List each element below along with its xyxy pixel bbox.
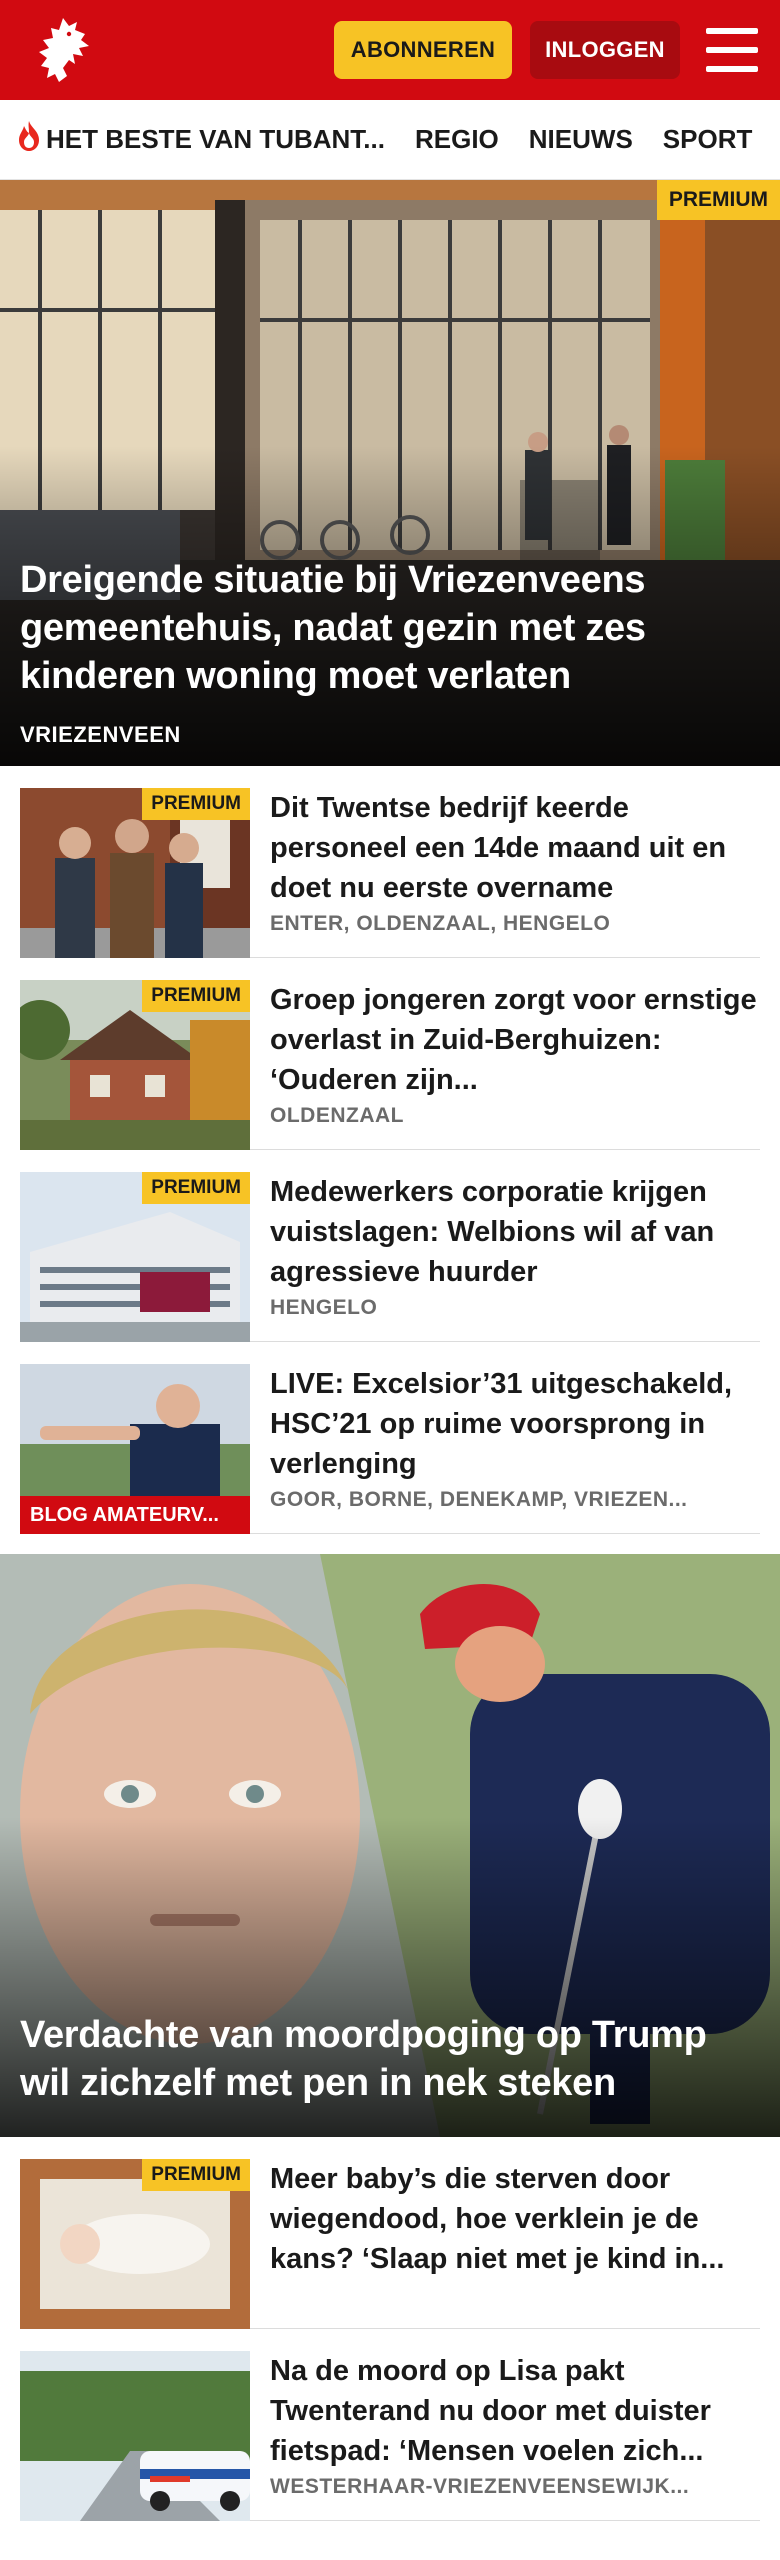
article-list: PREMIUM Dit Twentse bedrijf keerde perso…: [0, 766, 780, 1534]
article-thumbnail: PREMIUM: [20, 980, 250, 1150]
premium-badge: PREMIUM: [142, 1172, 250, 1204]
article-location-tag: OLDENZAAL: [270, 1104, 404, 1127]
premium-badge: PREMIUM: [142, 980, 250, 1012]
featured-title[interactable]: Verdachte van moordpoging op Trump wil z…: [20, 2011, 756, 2107]
hero-title[interactable]: Dreigende situatie bij Vriezenveens geme…: [20, 556, 756, 700]
list-item[interactable]: BLOG AMATEURV... LIVE: Excelsior’31 uitg…: [20, 1342, 760, 1534]
blog-badge: BLOG AMATEURV...: [20, 1496, 250, 1534]
article-title[interactable]: Meer baby’s die sterven door wiegendood,…: [270, 2159, 760, 2279]
article-thumbnail: PREMIUM: [20, 2159, 250, 2329]
article-location-tag: HENGELO: [270, 1296, 378, 1319]
premium-badge: PREMIUM: [142, 788, 250, 820]
list-item[interactable]: Na de moord op Lisa pakt Twenterand nu d…: [20, 2329, 760, 2521]
article-thumbnail: BLOG AMATEURV...: [20, 1364, 250, 1534]
premium-badge: PREMIUM: [656, 180, 780, 220]
featured-article[interactable]: Verdachte van moordpoging op Trump wil z…: [0, 1554, 780, 2137]
article-title[interactable]: Dit Twentse bedrijf keerde personeel een…: [270, 788, 760, 908]
article-thumbnail: [20, 2351, 250, 2521]
hero-location-tag: VRIEZENVEEN: [20, 722, 181, 747]
nav-item-label: HET BESTE VAN TUBANT...: [46, 124, 385, 154]
nav-item-nieuws[interactable]: NIEUWS: [529, 124, 633, 155]
nav-item-best-of[interactable]: HET BESTE VAN TUBANT...: [16, 120, 385, 159]
nav-item-sport[interactable]: SPORT: [663, 124, 753, 155]
list-item[interactable]: PREMIUM Groep jongeren zorgt voor ernsti…: [20, 958, 760, 1150]
article-list-2: PREMIUM Meer baby’s die sterven door wie…: [0, 2137, 780, 2521]
hamburger-menu-icon[interactable]: [706, 28, 758, 72]
premium-badge: PREMIUM: [142, 2159, 250, 2191]
article-location-tag: ENTER, OLDENZAAL, HENGELO: [270, 912, 611, 935]
subscribe-button[interactable]: ABONNEREN: [334, 21, 512, 79]
login-button[interactable]: INLOGGEN: [530, 21, 680, 79]
list-item[interactable]: PREMIUM Dit Twentse bedrijf keerde perso…: [20, 766, 760, 958]
top-header: ABONNEREN INLOGGEN: [0, 0, 780, 100]
article-thumbnail: PREMIUM: [20, 788, 250, 958]
article-title[interactable]: Na de moord op Lisa pakt Twenterand nu d…: [270, 2351, 760, 2471]
article-title[interactable]: Groep jongeren zorgt voor ernstige overl…: [270, 980, 760, 1100]
list-item[interactable]: PREMIUM Meer baby’s die sterven door wie…: [20, 2137, 760, 2329]
article-location-tag: GOOR, BORNE, DENEKAMP, VRIEZEN...: [270, 1488, 688, 1511]
list-item[interactable]: PREMIUM Medewerkers corporatie krijgen v…: [20, 1150, 760, 1342]
article-title[interactable]: Medewerkers corporatie krijgen vuistslag…: [270, 1172, 760, 1292]
horse-logo-icon[interactable]: [24, 9, 106, 91]
hero-article[interactable]: PREMIUM Dreigende situatie bij Vriezenve…: [0, 180, 780, 766]
nav-item-regio[interactable]: REGIO: [415, 124, 499, 155]
section-nav: HET BESTE VAN TUBANT... REGIO NIEUWS SPO…: [0, 100, 780, 180]
article-location-tag: WESTERHAAR-VRIEZENVEENSEWIJK...: [270, 2475, 690, 2498]
article-title[interactable]: LIVE: Excelsior’31 uitgeschakeld, HSC’21…: [270, 1364, 760, 1484]
article-thumbnail: PREMIUM: [20, 1172, 250, 1342]
flame-icon: [16, 120, 42, 159]
